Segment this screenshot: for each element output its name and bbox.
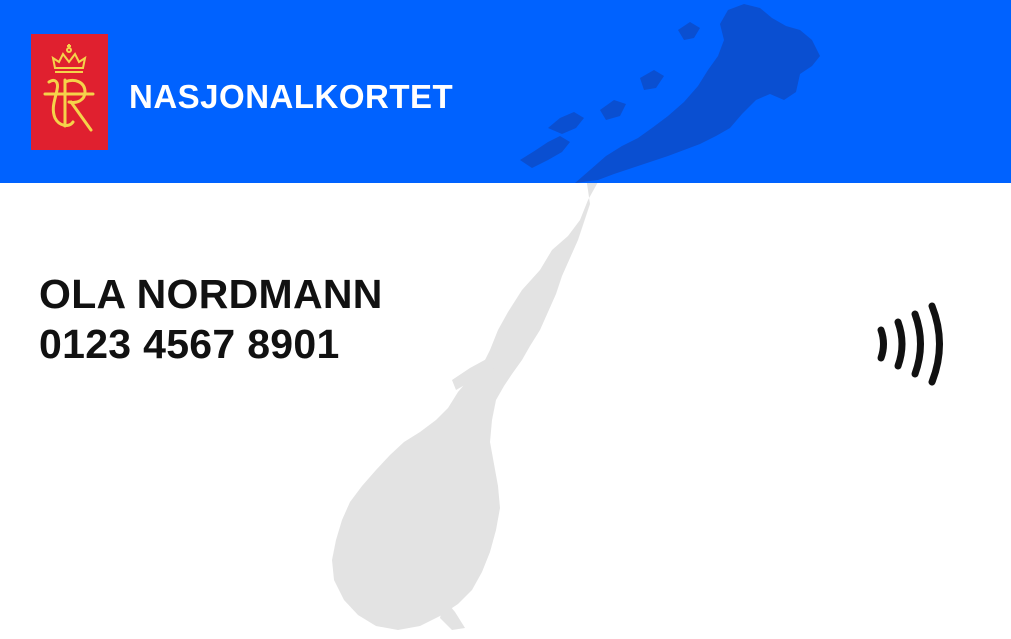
coat-of-arms-icon: [31, 34, 108, 150]
card-title: NASJONALKORTET: [129, 78, 454, 115]
card-number: 0123 4567 8901: [39, 321, 340, 367]
national-card: NASJONALKORTET OLA NORDMANN 0123 4567 89…: [0, 0, 1011, 639]
contactless-icon: [877, 302, 943, 386]
cardholder-name: OLA NORDMANN: [39, 271, 383, 317]
